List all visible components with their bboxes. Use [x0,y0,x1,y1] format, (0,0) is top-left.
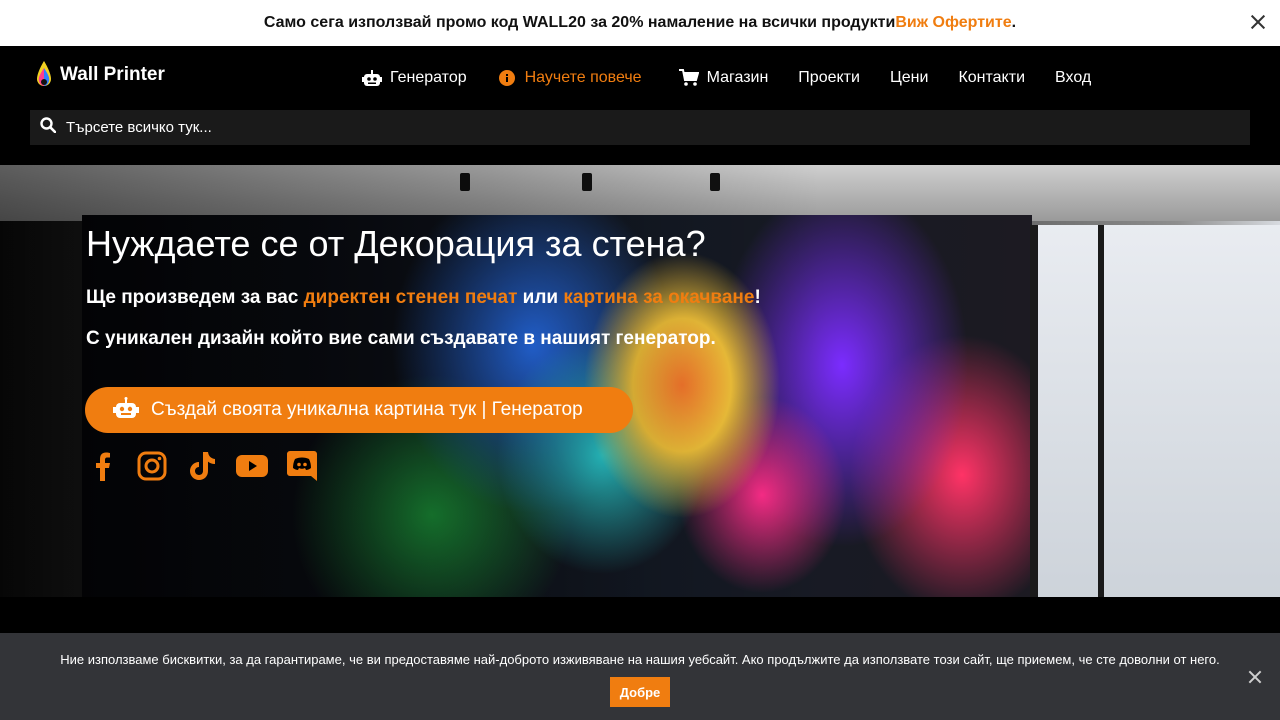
main-nav: Генератор Научете повече Магазин Проекти… [362,66,1091,90]
search-bar[interactable] [30,110,1250,145]
facebook-icon[interactable] [86,450,118,482]
logo-text: Wall Printer [60,64,165,85]
nav-label: Проекти [798,69,860,86]
hanging-picture-link[interactable]: картина за окачване [563,287,754,308]
direct-print-link[interactable]: директен стенен печат [304,287,518,308]
logo-drop-icon [37,61,51,86]
nav-item-generator[interactable]: Генератор [362,68,467,88]
nav-item-prices[interactable]: Цени [890,69,929,87]
nav-item-projects[interactable]: Проекти [798,69,860,87]
promo-offers-link[interactable]: Виж Офертите [895,14,1011,32]
site-header: Wall Printer Генератор Научете повече Ма… [0,46,1280,165]
hero-title: Нуждаете се от Декорация за стена? [86,223,706,264]
nav-item-learn-more[interactable]: Научете повече [497,68,642,88]
tiktok-icon[interactable] [186,450,218,482]
promo-suffix: . [1011,14,1017,31]
hero-window [1030,225,1280,597]
discord-icon[interactable] [286,450,318,482]
nav-item-contacts[interactable]: Контакти [958,69,1025,87]
nav-item-shop[interactable]: Магазин [678,68,769,88]
hero-description: С уникален дизайн който вие сами създава… [86,328,716,349]
cookie-text: Ние използваме бисквитки, за да гарантир… [60,652,1220,667]
search-icon [40,117,57,138]
social-links [86,450,318,482]
promo-bar: Само сега използвай промо код WALL20 за … [0,0,1280,46]
promo-text: Само сега използвай промо код WALL20 за … [263,14,896,31]
hero-subtitle: Ще произведем за вас директен стенен печ… [86,287,761,308]
hero-section: Нуждаете се от Декорация за стена? Ще пр… [0,165,1280,597]
nav-label: Генератор [390,69,467,86]
cookie-accept-button[interactable]: Добре [609,677,671,707]
youtube-icon[interactable] [236,450,268,482]
instagram-icon[interactable] [136,450,168,482]
cta-label: Създай своята уникална картина тук | Ген… [151,399,583,420]
nav-label: Контакти [958,69,1025,86]
robot-icon [362,68,382,88]
generator-cta-button[interactable]: Създай своята уникална картина тук | Ген… [85,387,633,433]
close-icon[interactable] [1250,14,1266,30]
search-input[interactable] [66,119,1216,136]
cookie-banner: Ние използваме бисквитки, за да гарантир… [0,633,1280,720]
nav-label: Магазин [706,69,769,86]
close-icon[interactable] [1248,670,1262,684]
logo[interactable]: Wall Printer [36,60,165,90]
robot-icon [113,396,139,424]
nav-label: Научете повече [524,69,642,86]
nav-label: Цени [889,69,929,86]
info-icon [497,68,517,88]
cart-icon [678,68,699,88]
nav-item-login[interactable]: Вход [1055,69,1091,87]
nav-label: Вход [1055,69,1092,86]
